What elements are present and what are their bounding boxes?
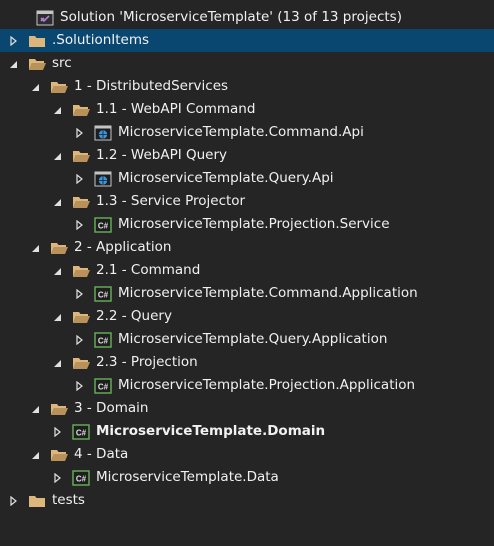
tree-item[interactable]: 1 - DistributedServices <box>0 75 494 98</box>
tree-item-label: MicroserviceTemplate.Data <box>96 469 279 485</box>
tree-item-label: 2 - Application <box>74 239 172 255</box>
collapse-arrow-icon[interactable] <box>50 149 64 163</box>
solution-label: Solution 'MicroserviceTemplate' (13 of 1… <box>60 9 402 25</box>
tree-item[interactable]: C# MicroserviceTemplate.Projection.Servic… <box>0 213 494 236</box>
expand-arrow-icon[interactable] <box>72 126 86 140</box>
folder-open-icon <box>72 148 90 164</box>
solution-root-row[interactable]: Solution 'MicroserviceTemplate' (13 of 1… <box>0 6 494 29</box>
collapse-arrow-icon[interactable] <box>28 448 42 462</box>
tree-item-label: src <box>52 55 72 71</box>
tree-item-label: MicroserviceTemplate.Projection.Service <box>118 216 390 232</box>
tree-item-label: 2.1 - Command <box>96 262 201 278</box>
folder-open-icon <box>50 79 68 95</box>
tree-item-label: MicroserviceTemplate.Command.Api <box>118 124 364 140</box>
solution-explorer-tree: Solution 'MicroserviceTemplate' (13 of 1… <box>0 0 494 546</box>
collapse-arrow-icon[interactable] <box>28 241 42 255</box>
tree-item[interactable]: 1.2 - WebAPI Query <box>0 144 494 167</box>
csharp-project-icon: C# <box>94 377 112 394</box>
collapse-arrow-icon[interactable] <box>50 310 64 324</box>
collapse-arrow-icon[interactable] <box>50 103 64 117</box>
tree-item-label: tests <box>52 492 85 508</box>
tree-item-label: .SolutionItems <box>52 32 150 48</box>
folder-open-icon <box>50 240 68 256</box>
csharp-project-icon: C# <box>94 285 112 302</box>
svg-text:C#: C# <box>98 336 109 345</box>
web-project-icon <box>94 125 112 141</box>
tree-item[interactable]: C# MicroserviceTemplate.Projection.Applic… <box>0 374 494 397</box>
tree-item-label: 1.3 - Service Projector <box>96 193 246 209</box>
svg-text:C#: C# <box>98 221 109 230</box>
collapse-arrow-icon[interactable] <box>50 195 64 209</box>
svg-text:C#: C# <box>98 382 109 391</box>
tree-item-label: MicroserviceTemplate.Projection.Applicat… <box>118 377 416 393</box>
collapse-arrow-icon[interactable] <box>28 80 42 94</box>
expand-arrow-icon[interactable] <box>72 172 86 186</box>
folder-open-icon <box>72 102 90 118</box>
folder-open-icon <box>72 309 90 325</box>
tree-item[interactable]: 2.3 - Projection <box>0 351 494 374</box>
tree-item[interactable]: 2.2 - Query <box>0 305 494 328</box>
expand-arrow-icon[interactable] <box>6 34 20 48</box>
tree-item[interactable]: C# MicroserviceTemplate.Domain <box>0 420 494 443</box>
expand-arrow-icon[interactable] <box>50 471 64 485</box>
tree-item[interactable]: C# MicroserviceTemplate.Data <box>0 466 494 489</box>
tree-item-label: MicroserviceTemplate.Command.Application <box>118 285 418 301</box>
tree-item-label: MicroserviceTemplate.Query.Application <box>118 331 388 347</box>
tree-item[interactable]: 3 - Domain <box>0 397 494 420</box>
folder-open-icon <box>72 263 90 279</box>
expand-arrow-icon[interactable] <box>72 287 86 301</box>
folder-icon <box>28 33 46 49</box>
folder-open-icon <box>72 194 90 210</box>
folder-open-icon <box>50 401 68 417</box>
csharp-project-icon: C# <box>72 469 90 486</box>
web-project-icon <box>94 171 112 187</box>
solution-icon <box>36 10 54 26</box>
tree-item-label: 1 - DistributedServices <box>74 78 229 94</box>
expand-arrow-icon[interactable] <box>72 218 86 232</box>
tree-item[interactable]: 2 - Application <box>0 236 494 259</box>
collapse-arrow-icon[interactable] <box>6 57 20 71</box>
csharp-project-icon: C# <box>94 331 112 348</box>
svg-text:C#: C# <box>76 474 87 483</box>
tree-item-label: 2.3 - Projection <box>96 354 198 370</box>
tree-item[interactable]: 4 - Data <box>0 443 494 466</box>
folder-open-icon <box>50 447 68 463</box>
tree-item-label: 1.1 - WebAPI Command <box>96 101 256 117</box>
tree-item-label: 2.2 - Query <box>96 308 172 324</box>
collapse-arrow-icon[interactable] <box>28 402 42 416</box>
tree-item[interactable]: MicroserviceTemplate.Command.Api <box>0 121 494 144</box>
tree-item[interactable]: C# MicroserviceTemplate.Command.Applicati… <box>0 282 494 305</box>
tree-item[interactable]: src <box>0 52 494 75</box>
expand-arrow-icon[interactable] <box>6 494 20 508</box>
folder-icon <box>28 493 46 509</box>
folder-open-icon <box>72 355 90 371</box>
expand-arrow-icon[interactable] <box>72 379 86 393</box>
tree-item-label: 1.2 - WebAPI Query <box>96 147 228 163</box>
tree-item-label: MicroserviceTemplate.Domain <box>96 423 326 439</box>
expand-arrow-icon[interactable] <box>72 333 86 347</box>
folder-open-icon <box>28 56 46 72</box>
tree-item[interactable]: 1.1 - WebAPI Command <box>0 98 494 121</box>
svg-text:C#: C# <box>98 290 109 299</box>
csharp-project-icon: C# <box>72 423 90 440</box>
tree-item[interactable]: 2.1 - Command <box>0 259 494 282</box>
collapse-arrow-icon[interactable] <box>50 264 64 278</box>
tree-item[interactable]: tests <box>0 489 494 512</box>
tree-item-label: 3 - Domain <box>74 400 149 416</box>
collapse-arrow-icon[interactable] <box>50 356 64 370</box>
csharp-project-icon: C# <box>94 216 112 233</box>
expand-arrow-icon[interactable] <box>50 425 64 439</box>
tree-item[interactable]: 1.3 - Service Projector <box>0 190 494 213</box>
svg-text:C#: C# <box>76 428 87 437</box>
tree-item[interactable]: C# MicroserviceTemplate.Query.Application <box>0 328 494 351</box>
tree-item-label: MicroserviceTemplate.Query.Api <box>118 170 334 186</box>
tree-item-label: 4 - Data <box>74 446 129 462</box>
tree-item[interactable]: MicroserviceTemplate.Query.Api <box>0 167 494 190</box>
tree-item[interactable]: .SolutionItems <box>0 29 494 52</box>
